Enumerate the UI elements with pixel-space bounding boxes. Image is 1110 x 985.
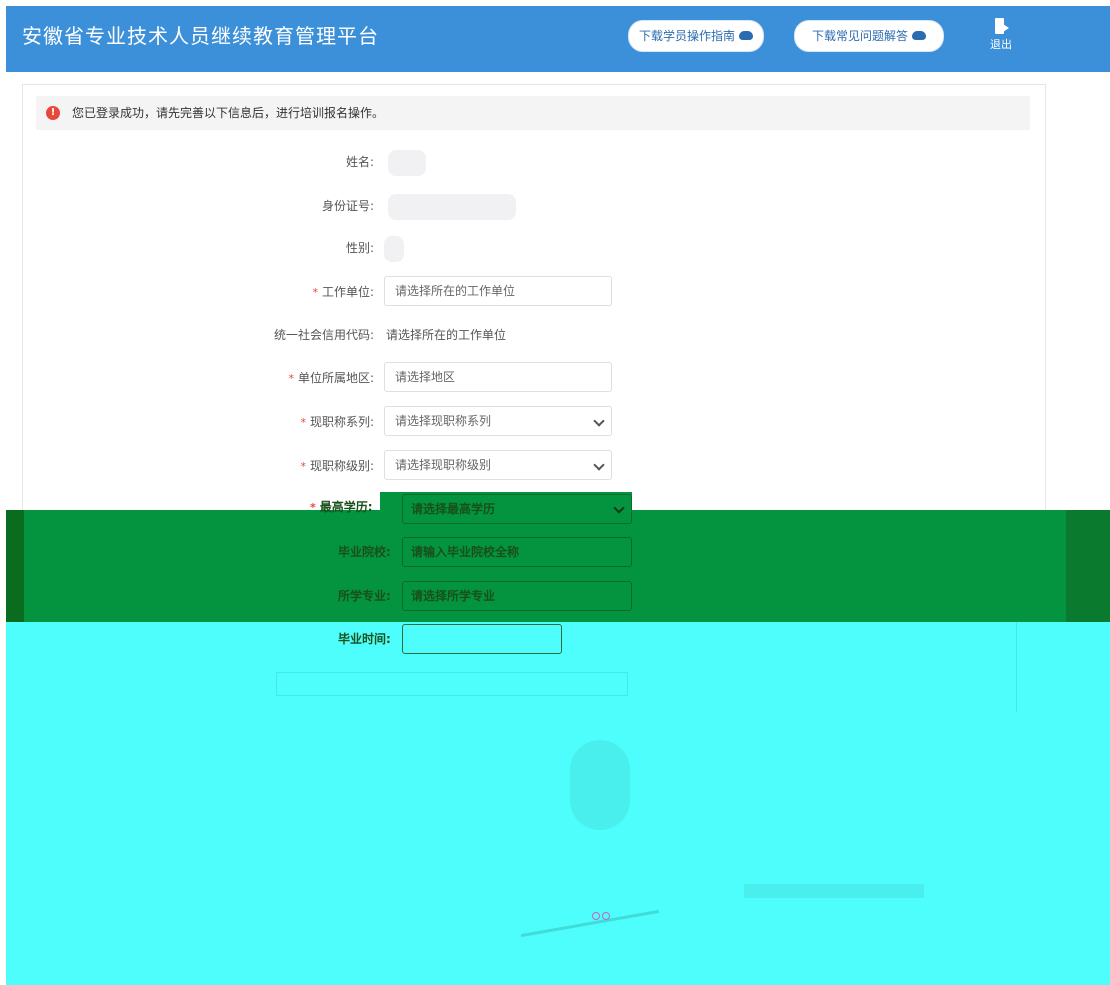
required-mark: * <box>300 460 306 473</box>
credit-code-value: 请选择所在的工作单位 <box>386 328 507 342</box>
download-faq-label: 下载常见问题解答 <box>811 29 908 43</box>
download-faq-button[interactable]: 下载常见问题解答 <box>794 20 944 52</box>
name-value-blurred <box>388 150 426 176</box>
gender-value-blurred <box>384 236 404 262</box>
major-input[interactable]: 请选择所学专业 <box>402 581 632 611</box>
chevron-down-icon <box>593 415 605 427</box>
name-label: 姓名: <box>345 155 374 169</box>
ghost-dot <box>592 912 600 920</box>
id-number-value-blurred <box>388 194 516 220</box>
education-select[interactable]: 请选择最高学历 <box>402 494 632 524</box>
work-unit-input[interactable]: 请选择所在的工作单位 <box>384 276 612 306</box>
grad-time-input[interactable] <box>402 624 562 654</box>
title-series-value: 请选择现职称系列 <box>395 414 492 428</box>
ghost-illustration <box>570 740 630 830</box>
chevron-down-icon <box>613 502 625 514</box>
ghost-line <box>520 909 660 938</box>
region-label-text: 单位所属地区: <box>297 371 374 385</box>
ghost-text <box>744 884 924 898</box>
education-value: 请选择最高学历 <box>411 502 496 516</box>
required-mark: * <box>300 416 306 429</box>
chevron-down-icon <box>593 459 605 471</box>
work-unit-label: * 工作单位: <box>312 276 374 308</box>
major-label: 所学专业: <box>338 589 391 603</box>
app-title: 安徽省专业技术人员继续教育管理平台 <box>22 24 379 48</box>
work-unit-row: * 工作单位: 请选择所在的工作单位 <box>0 276 1110 308</box>
education-label: * 最高学历: <box>310 492 373 522</box>
title-level-select[interactable]: 请选择现职称级别 <box>384 450 612 480</box>
title-series-label-text: 现职称系列: <box>309 415 374 429</box>
cloud-download-icon <box>912 31 926 40</box>
header-bar: 安徽省专业技术人员继续教育管理平台 下载学员操作指南 下载常见问题解答 退出 <box>6 6 1110 72</box>
ghost-dot <box>602 912 610 920</box>
education-label-text: 最高学历: <box>319 500 373 514</box>
school-input[interactable]: 请输入毕业院校全称 <box>402 537 632 567</box>
ghost-row <box>276 672 628 696</box>
alert-message: 您已登录成功，请先完善以下信息后，进行培训报名操作。 <box>72 106 385 120</box>
title-series-row: * 现职称系列: 请选择现职称系列 <box>0 406 1110 438</box>
title-level-label-text: 现职称级别: <box>309 459 374 473</box>
cloud-download-icon <box>739 31 753 40</box>
download-guide-button[interactable]: 下载学员操作指南 <box>628 20 764 52</box>
logout-button[interactable]: 退出 <box>986 18 1016 52</box>
id-number-label: 身份证号: <box>321 199 374 213</box>
work-unit-label-text: 工作单位: <box>321 285 374 299</box>
title-level-value: 请选择现职称级别 <box>395 458 492 472</box>
name-row: 姓名: <box>0 146 1110 178</box>
logout-label: 退出 <box>990 38 1012 51</box>
school-label: 毕业院校: <box>338 545 391 559</box>
logout-icon <box>994 18 1009 34</box>
title-level-label: * 现职称级别: <box>300 450 374 482</box>
gender-row: 性别: <box>0 232 1110 264</box>
overlay-cyan-block <box>6 622 1110 985</box>
login-success-alert: ! 您已登录成功，请先完善以下信息后，进行培训报名操作。 <box>36 96 1030 130</box>
credit-code-row: 统一社会信用代码: 请选择所在的工作单位 <box>0 319 1110 351</box>
id-number-row: 身份证号: <box>0 190 1110 222</box>
download-guide-label: 下载学员操作指南 <box>638 29 735 43</box>
required-mark: * <box>310 501 316 514</box>
required-mark: * <box>312 286 318 299</box>
region-label: * 单位所属地区: <box>288 362 374 394</box>
alert-icon: ! <box>46 106 60 120</box>
required-mark: * <box>288 372 294 385</box>
region-row: * 单位所属地区: 请选择地区 <box>0 362 1110 394</box>
region-input[interactable]: 请选择地区 <box>384 362 612 392</box>
gender-label: 性别: <box>345 241 374 255</box>
credit-code-label: 统一社会信用代码: <box>273 328 374 342</box>
title-level-row: * 现职称级别: 请选择现职称级别 <box>0 450 1110 482</box>
title-series-select[interactable]: 请选择现职称系列 <box>384 406 612 436</box>
title-series-label: * 现职称系列: <box>300 406 374 438</box>
grad-time-label: 毕业时间: <box>338 632 391 646</box>
ghost-panel-edge <box>1016 622 1045 712</box>
